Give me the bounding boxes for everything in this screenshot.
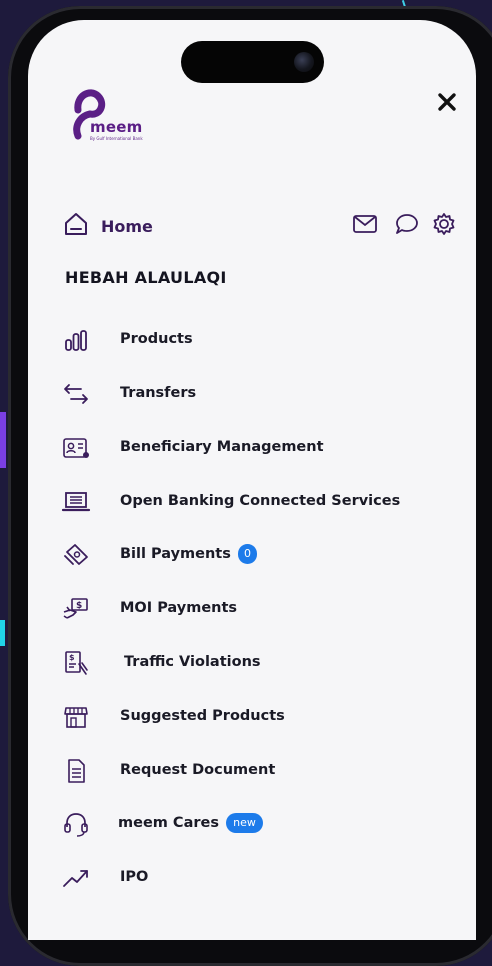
bill-icon — [64, 544, 88, 565]
menu-item-moi-payments[interactable]: $ MOI Payments — [58, 591, 418, 627]
menu-item-suggested-products[interactable]: Suggested Products — [58, 699, 418, 735]
side-menu-screen — [28, 20, 476, 940]
mail-icon[interactable] — [352, 212, 378, 236]
menu-item-label: Open Banking Connected Services — [120, 493, 401, 509]
menu-item-label: Suggested Products — [120, 708, 285, 724]
trend-up-icon — [63, 870, 88, 887]
close-icon[interactable] — [436, 91, 458, 113]
bill-payments-count-badge: 0 — [238, 544, 257, 564]
home-icon[interactable] — [63, 211, 89, 237]
transfer-arrows-icon — [64, 384, 88, 404]
menu-item-ipo[interactable]: IPO — [58, 860, 418, 896]
svg-text:$: $ — [69, 653, 75, 662]
hand-money-icon: $ — [63, 598, 88, 619]
menu-item-products[interactable]: Products — [58, 322, 418, 358]
camera-icon — [294, 52, 314, 72]
ticket-icon: $ — [65, 651, 88, 675]
meem-cares-new-badge: new — [226, 813, 263, 833]
menu-item-request-document[interactable]: Request Document — [58, 753, 418, 789]
menu-item-label: Bill Payments — [120, 546, 231, 562]
logo-subtitle: By Gulf International Bank — [90, 136, 143, 141]
headset-icon — [64, 813, 88, 837]
menu-item-label: meem Cares — [118, 815, 219, 831]
menu-item-label: Request Document — [120, 762, 276, 778]
bar-chart-icon — [65, 330, 87, 351]
svg-text:$: $ — [76, 601, 82, 611]
logo-wordmark: meem — [90, 118, 143, 136]
menu-item-beneficiary-management[interactable]: Beneficiary Management — [58, 430, 418, 466]
home-link[interactable]: Home — [101, 217, 153, 236]
menu-item-label: Beneficiary Management — [120, 439, 324, 455]
dynamic-island — [181, 41, 324, 83]
background-decoration — [0, 412, 6, 468]
document-icon — [68, 759, 85, 783]
laptop-icon — [61, 492, 91, 512]
user-name: HEBAH ALAULAQI — [65, 268, 227, 287]
menu-item-transfers[interactable]: Transfers — [58, 376, 418, 412]
settings-gear-icon[interactable] — [431, 212, 457, 236]
menu-item-traffic-violations[interactable]: $ Traffic Violations — [58, 645, 418, 681]
background-decoration — [0, 620, 5, 646]
menu-item-label: MOI Payments — [120, 600, 238, 616]
id-card-icon — [63, 438, 89, 458]
menu-item-label: Products — [120, 331, 193, 347]
menu-item-label: IPO — [120, 869, 149, 885]
menu-item-label: Transfers — [120, 385, 197, 401]
menu-item-label: Traffic Violations — [124, 654, 261, 670]
chat-icon[interactable] — [394, 212, 420, 236]
storefront-icon — [64, 707, 88, 728]
menu-item-open-banking[interactable]: Open Banking Connected Services — [58, 484, 418, 520]
